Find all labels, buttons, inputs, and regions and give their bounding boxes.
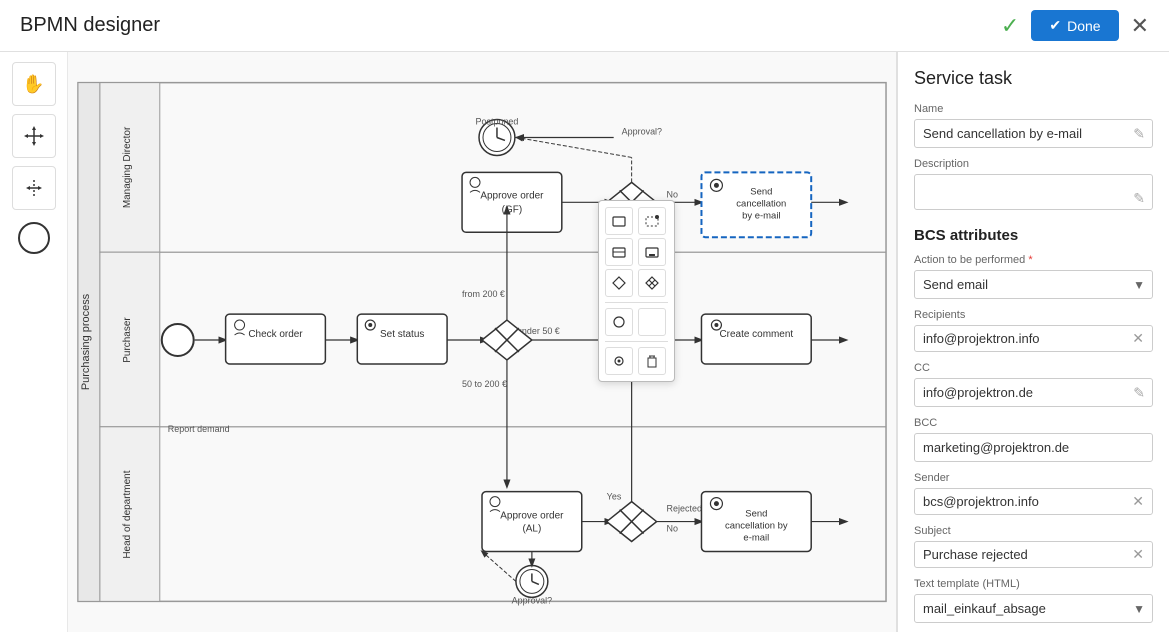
ft-dotted-rect-icon[interactable]: [638, 207, 666, 235]
close-icon[interactable]: ✕: [1131, 13, 1149, 39]
ft-delete-icon[interactable]: [638, 347, 666, 375]
action-select[interactable]: Send email: [914, 270, 1153, 299]
svg-text:Approval?: Approval?: [512, 595, 552, 605]
recipients-value: info@projektron.info: [923, 331, 1040, 346]
svg-text:No: No: [667, 524, 678, 534]
text-template-select[interactable]: mail_einkauf_absage: [914, 594, 1153, 623]
svg-text:Create comment: Create comment: [719, 329, 793, 340]
sender-field: bcs@projektron.info ✕: [914, 488, 1153, 515]
ft-circle-icon[interactable]: [605, 308, 633, 336]
ft-collapsed-icon[interactable]: [638, 238, 666, 266]
resize-icon: [24, 178, 44, 198]
svg-text:Postponed: Postponed: [476, 117, 519, 127]
panel-title: Service task: [914, 68, 1153, 89]
svg-text:by e-mail: by e-mail: [742, 210, 780, 221]
svg-text:Rejected: Rejected: [667, 504, 702, 514]
svg-text:from 200 €: from 200 €: [462, 289, 505, 299]
ft-settings-icon[interactable]: [605, 347, 633, 375]
svg-text:Send: Send: [745, 509, 767, 520]
move-tool[interactable]: [12, 114, 56, 158]
svg-text:(AL): (AL): [522, 524, 541, 535]
name-input[interactable]: [914, 119, 1153, 148]
svg-text:Purchasing process: Purchasing process: [80, 293, 92, 390]
ft-rect-icon[interactable]: [605, 207, 633, 235]
done-check-icon: ✔: [1049, 17, 1061, 34]
diagram-container[interactable]: Purchasing process Managing Director Pur…: [68, 52, 896, 632]
svg-text:Approve order: Approve order: [500, 511, 564, 522]
ft-gateway2-icon[interactable]: [638, 269, 666, 297]
svg-text:Approval?: Approval?: [622, 127, 662, 137]
text-template-select-wrap: mail_einkauf_absage ▼: [914, 594, 1153, 623]
check-icon[interactable]: ✓: [1001, 13, 1019, 39]
description-label: Description: [914, 158, 1153, 170]
subject-value: Purchase rejected: [923, 547, 1028, 562]
right-panel: Service task Name ✎ Description ✎ BCS at…: [897, 52, 1169, 632]
bcc-input[interactable]: [914, 433, 1153, 462]
circle-tool[interactable]: [18, 222, 50, 254]
sender-value: bcs@projektron.info: [923, 494, 1039, 509]
svg-text:No: No: [667, 189, 678, 199]
name-edit-icon: ✎: [1133, 125, 1145, 142]
bpmn-diagram: Purchasing process Managing Director Pur…: [68, 52, 896, 632]
svg-text:cancellation by: cancellation by: [725, 521, 788, 532]
bcc-label: BCC: [914, 417, 1153, 429]
header-actions: ✓ ✔ Done ✕: [1001, 10, 1149, 41]
sender-clear[interactable]: ✕: [1132, 493, 1144, 510]
cc-input[interactable]: [914, 378, 1153, 407]
svg-text:(GF): (GF): [502, 204, 522, 215]
done-button[interactable]: ✔ Done: [1031, 10, 1118, 41]
subject-field: Purchase rejected ✕: [914, 541, 1153, 568]
svg-text:Managing Director: Managing Director: [122, 126, 133, 208]
recipients-label: Recipients: [914, 309, 1153, 321]
svg-text:50 to 200 €: 50 to 200 €: [462, 379, 507, 389]
sender-label: Sender: [914, 472, 1153, 484]
move-icon: [24, 126, 44, 146]
app-title: BPMN designer: [20, 14, 160, 37]
done-label: Done: [1067, 18, 1100, 34]
ft-gateway-icon[interactable]: [605, 269, 633, 297]
svg-text:cancellation: cancellation: [736, 198, 786, 209]
svg-text:Set status: Set status: [380, 329, 424, 340]
recipients-clear[interactable]: ✕: [1132, 330, 1144, 347]
svg-text:Send: Send: [750, 186, 772, 197]
hand-tool[interactable]: ✋: [12, 62, 56, 106]
subject-clear[interactable]: ✕: [1132, 546, 1144, 563]
action-label: Action to be performed *: [914, 254, 1153, 266]
action-select-wrap: Send email ▼: [914, 270, 1153, 299]
name-label: Name: [914, 103, 1153, 115]
svg-text:Yes: Yes: [607, 492, 622, 502]
svg-text:Report demand: Report demand: [168, 424, 230, 434]
canvas-area[interactable]: ✋: [0, 52, 897, 632]
subject-label: Subject: [914, 525, 1153, 537]
header: BPMN designer ✓ ✔ Done ✕: [0, 0, 1169, 52]
svg-text:Purchaser: Purchaser: [122, 317, 133, 363]
description-input[interactable]: [914, 174, 1153, 210]
resize-tool[interactable]: [12, 166, 56, 210]
cc-edit-icon: ✎: [1133, 384, 1145, 401]
svg-text:e-mail: e-mail: [743, 533, 769, 544]
float-toolbar: [598, 200, 675, 382]
action-required-star: *: [1028, 254, 1032, 266]
text-template-label: Text template (HTML): [914, 578, 1153, 590]
ft-task-icon[interactable]: [605, 238, 633, 266]
ft-empty-icon[interactable]: [638, 308, 666, 336]
cc-label: CC: [914, 362, 1153, 374]
desc-edit-icon: ✎: [1133, 190, 1145, 207]
svg-text:Check order: Check order: [248, 329, 303, 340]
svg-text:Approve order: Approve order: [480, 190, 544, 201]
recipients-field: info@projektron.info ✕: [914, 325, 1153, 352]
bcs-title: BCS attributes: [914, 227, 1153, 244]
left-toolbar: ✋: [0, 52, 68, 632]
main-layout: ✋: [0, 52, 1169, 632]
svg-text:Head of department: Head of department: [122, 470, 133, 558]
